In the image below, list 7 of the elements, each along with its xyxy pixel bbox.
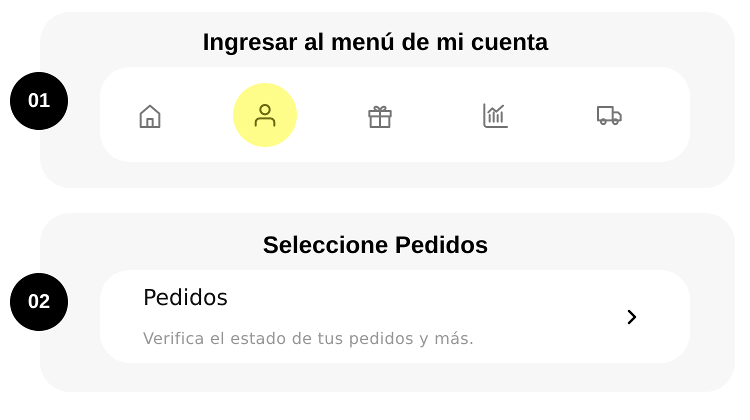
step-number-badge: 01	[10, 72, 68, 130]
menu-item[interactable]: Pedidos Verifica el estado de tus pedidos y más.	[100, 270, 690, 363]
step-title: Seleccione Pedidos	[262, 231, 488, 261]
step-title: Ingresar al menú de mi cuenta	[202, 28, 548, 58]
menu-item-title: Pedidos	[143, 286, 229, 310]
menu-item-description: Verifica el estado de tus pedidos y más.	[143, 328, 476, 348]
step-number-badge: 02	[10, 273, 68, 331]
